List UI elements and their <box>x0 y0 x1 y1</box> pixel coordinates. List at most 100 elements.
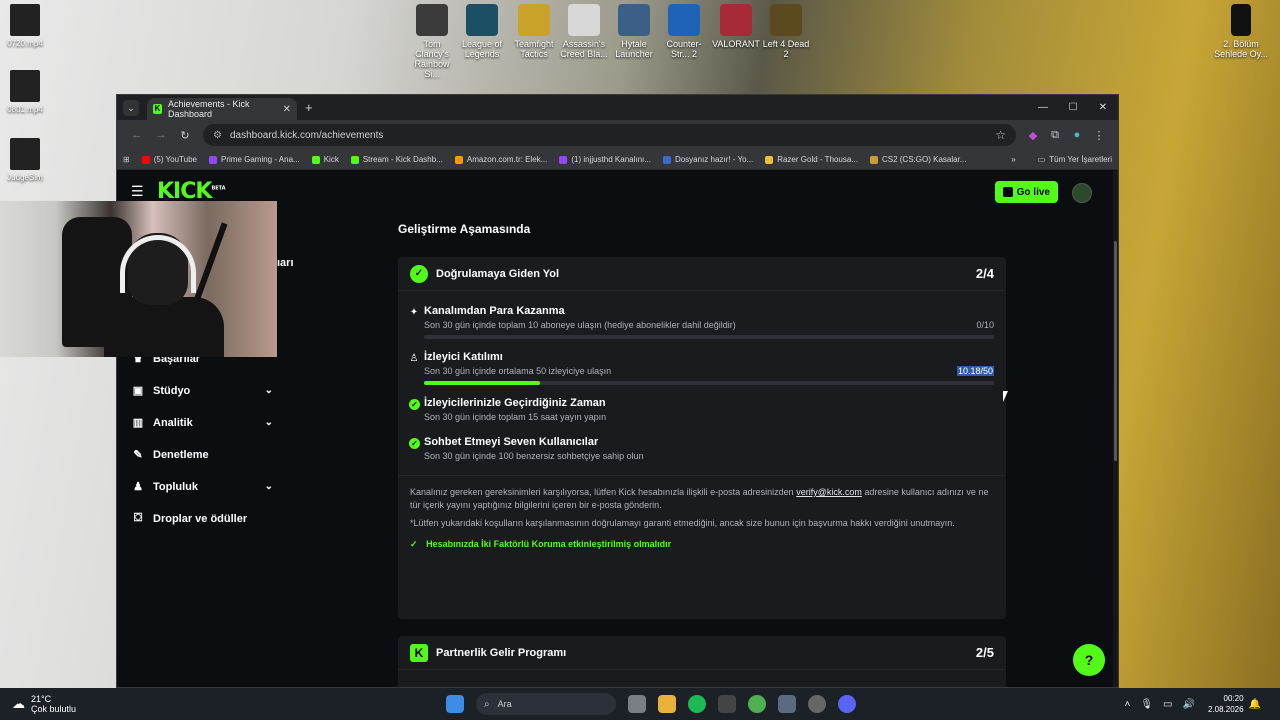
requirement-title: İzleyici Katılımı <box>424 351 503 363</box>
sparkle-icon: ✦ <box>409 307 419 318</box>
discord-icon[interactable] <box>838 695 856 713</box>
desktop-icon-game[interactable]: Counter-Str... 2 <box>658 4 710 59</box>
monitor-icon: ▣ <box>132 385 144 397</box>
temperature: 21°C <box>31 694 52 704</box>
game-shortcut-icon <box>770 4 802 36</box>
taskbar: ☁ 21°C Çok bulutlu ⌕ Ara ˄ 🎙 ▭ 🔊 00:20 2… <box>0 688 1280 720</box>
forward-button[interactable]: → <box>149 129 173 141</box>
folder-icon: ▭ <box>1037 155 1046 164</box>
bookmark-item[interactable]: (5) YouTube <box>141 155 197 164</box>
notification-bell-icon[interactable]: 🔔 <box>1249 699 1261 710</box>
check-circle-icon: ✓ <box>409 438 420 449</box>
microphone-icon[interactable]: 🎙 <box>1140 699 1153 710</box>
tab-achievements[interactable]: K Achievements - Kick Dashboard ✕ <box>147 98 297 120</box>
tab-close-icon[interactable]: ✕ <box>283 104 291 115</box>
users-icon: ♟ <box>133 481 143 493</box>
hamburger-menu-icon[interactable]: ☰ <box>131 183 144 200</box>
go-live-button[interactable]: Go live <box>994 181 1058 203</box>
desktop-icon-game[interactable]: Assassin's Creed Bla... <box>558 4 610 59</box>
bookmark-item[interactable]: Prime Gaming - Ana... <box>209 155 300 164</box>
mic-arm <box>194 222 228 300</box>
video-file-icon <box>1231 4 1251 36</box>
bookmark-item[interactable]: (1) injjusthd Kanalını... <box>559 155 651 164</box>
back-button[interactable]: ← <box>125 129 149 141</box>
desktop-icon-file[interactable]: 0720.mp4 <box>0 4 50 48</box>
desktop-icon-game[interactable]: League of Legends <box>456 4 508 59</box>
bookmark-item[interactable]: Dosyanız hazır! - Yo... <box>662 155 753 164</box>
streamer-body <box>104 297 224 357</box>
desktop-icon-game[interactable]: Tom Clancy's Rainbow Si... <box>406 4 458 79</box>
weather-widget[interactable]: ☁ 21°C Çok bulutlu <box>12 694 76 714</box>
desktop-icon-game[interactable]: Hytale Launcher <box>608 4 660 59</box>
tab-search-button[interactable]: ⌄ <box>123 99 139 116</box>
bookmark-star-icon[interactable]: ☆ <box>995 128 1006 142</box>
new-tab-button[interactable]: + <box>305 100 313 115</box>
profile-icon[interactable]: ● <box>1066 129 1088 141</box>
support-chat-button[interactable]: ? <box>1073 644 1105 676</box>
maximize-button[interactable]: ☐ <box>1058 102 1088 113</box>
task-view-icon[interactable] <box>628 695 646 713</box>
bookmark-item[interactable]: Amazon.com.tr: Elek... <box>454 155 548 164</box>
chrome-icon[interactable] <box>748 695 766 713</box>
avatar[interactable] <box>1072 183 1092 203</box>
bookmark-item[interactable]: Kick <box>311 155 339 164</box>
sidebar-item-4[interactable]: ♟ Topluluk ⌄ <box>131 480 273 494</box>
spotify-icon[interactable] <box>688 695 706 713</box>
desktop-icon-game[interactable]: VALORANT <box>710 4 762 49</box>
browser-menu-icon[interactable]: ⋮ <box>1088 129 1110 142</box>
desktop-icon-file[interactable]: JudgeSim <box>0 138 50 182</box>
bookmarks-overflow-button[interactable]: » <box>1011 155 1015 164</box>
extension-icon[interactable]: ◆ <box>1022 129 1044 142</box>
minimize-button[interactable]: — <box>1028 102 1058 113</box>
desktop-icon-video[interactable]: 2. Bölüm Sehlede Oy... <box>1212 4 1270 59</box>
scrollbar[interactable] <box>1113 171 1118 687</box>
requirement-progress-value: 10.18/50 <box>956 366 994 376</box>
bookmark-item[interactable]: Stream - Kick Dashb... <box>350 155 443 164</box>
app-icon[interactable] <box>718 695 736 713</box>
twofa-label: Hesabınızda İki Faktörlü Koruma etkinleş… <box>426 539 672 549</box>
sidebar-item-3[interactable]: ✎ Denetleme <box>131 448 273 462</box>
chevron-up-icon[interactable]: ˄ <box>1125 699 1131 710</box>
requirement-title: Sohbet Etmeyi Seven Kullanıcılar <box>424 436 599 448</box>
network-icon[interactable]: ▭ <box>1163 699 1172 710</box>
apps-grid-icon[interactable]: ⊞ <box>123 155 130 164</box>
extensions-puzzle-icon[interactable]: ⧉ <box>1044 129 1066 142</box>
search-label: Ara <box>497 699 512 709</box>
desktop-icon-label: Left 4 Dead 2 <box>762 39 810 59</box>
sidebar-item-1[interactable]: ▣ Stüdyo ⌄ <box>131 384 273 398</box>
site-info-icon[interactable]: ⚙ <box>213 130 222 141</box>
clock[interactable]: 00:20 2.08.2026 <box>1208 693 1244 715</box>
desktop-icon-label: League of Legends <box>461 39 503 59</box>
chevron-down-icon[interactable]: ⌄ <box>265 385 273 396</box>
reload-button[interactable]: ↻ <box>173 129 197 142</box>
bookmark-label: Amazon.com.tr: Elek... <box>466 155 548 164</box>
steam-icon[interactable] <box>778 695 796 713</box>
file-explorer-icon[interactable] <box>658 695 676 713</box>
all-bookmarks-button[interactable]: Tüm Yer İşaretleri <box>1049 155 1112 164</box>
partner-card-header[interactable]: K Partnerlik Gelir Programı 2/5 <box>398 636 1006 670</box>
sidebar-item-5[interactable]: ⛋ Droplar ve ödüller <box>131 512 273 525</box>
bookmark-favicon-icon <box>209 155 217 164</box>
scrollbar-thumb[interactable] <box>1114 241 1117 461</box>
system-tray: ˄ 🎙 ▭ 🔊 00:20 2.08.2026 🔔 <box>1120 693 1267 715</box>
bookmark-item[interactable]: Razer Gold - Thousa... <box>765 155 858 164</box>
chevron-down-icon[interactable]: ⌄ <box>265 481 273 492</box>
desktop-icon-file[interactable]: 0801.mp4 <box>0 70 50 114</box>
verification-card-header: ✓ Doğrulamaya Giden Yol 2/4 <box>398 257 1006 291</box>
chevron-down-icon[interactable]: ⌄ <box>265 417 273 428</box>
sidebar-item-2[interactable]: ▥ Analitik ⌄ <box>131 416 273 430</box>
obs-icon[interactable] <box>808 695 826 713</box>
bookmark-item[interactable]: CS2 (CS:GO) Kasalar... <box>869 155 966 164</box>
volume-icon[interactable]: 🔊 <box>1183 699 1195 710</box>
game-shortcut-icon <box>668 4 700 36</box>
check-circle-icon: ✓ <box>409 399 420 410</box>
close-window-button[interactable]: ✕ <box>1088 102 1118 113</box>
bookmark-label: Stream - Kick Dashb... <box>362 155 443 164</box>
address-bar[interactable]: ⚙ dashboard.kick.com/achievements ☆ <box>203 124 1016 146</box>
requirement-description: Son 30 gün içinde 100 benzersiz sohbetçi… <box>424 451 644 461</box>
desktop-icon-game[interactable]: Teamfight Tactics <box>508 4 560 59</box>
taskbar-search[interactable]: ⌕ Ara <box>476 693 616 715</box>
verify-email-link[interactable]: verify@kick.com <box>796 487 862 497</box>
start-button-icon[interactable] <box>446 695 464 713</box>
desktop-icon-game[interactable]: Left 4 Dead 2 <box>760 4 812 59</box>
